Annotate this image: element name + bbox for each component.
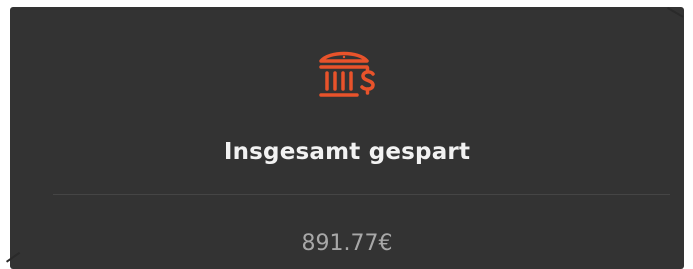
bank-dollar-icon — [319, 51, 375, 97]
divider — [53, 194, 670, 195]
corner-edge — [667, 7, 684, 18]
savings-value: 891.77€ — [301, 231, 393, 256]
icon-container — [10, 43, 684, 107]
page: Insgesamt gespart 891.77€ — [0, 0, 693, 269]
savings-card: Insgesamt gespart 891.77€ — [6, 7, 684, 269]
card-title: Insgesamt gespart — [223, 139, 471, 165]
